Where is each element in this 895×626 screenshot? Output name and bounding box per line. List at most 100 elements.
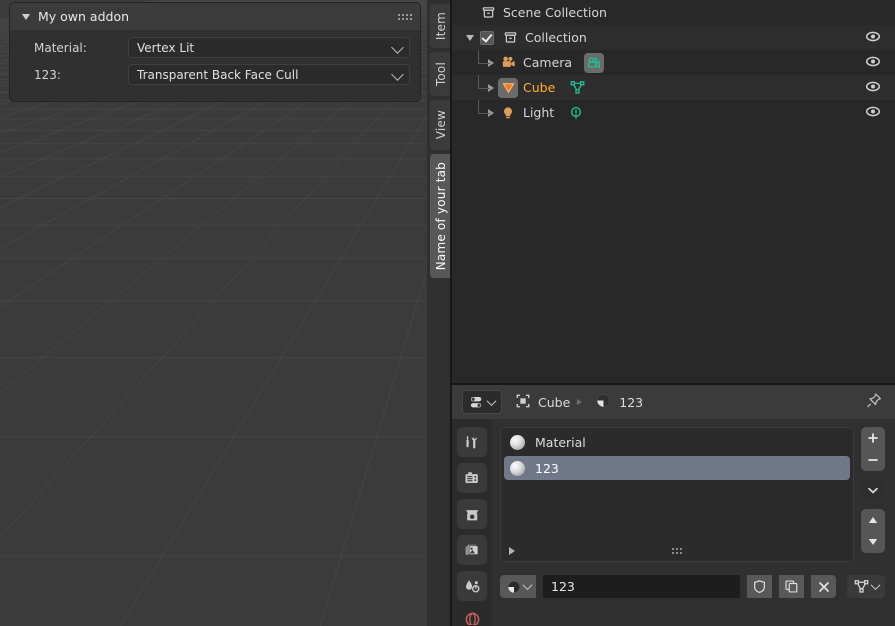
outliner-row-light[interactable]: Light xyxy=(452,100,895,125)
breadcrumb-object-label[interactable]: Cube xyxy=(538,395,570,410)
fake-user-button[interactable] xyxy=(747,575,772,598)
remove-slot-button[interactable] xyxy=(861,449,885,471)
material-slot-list[interactable]: Material 123 xyxy=(500,427,854,562)
blend-mode-dropdown[interactable]: Transparent Back Face Cull xyxy=(128,64,410,85)
grip-dots-icon[interactable] xyxy=(672,548,682,554)
editor-separator-horizontal[interactable] xyxy=(452,383,895,385)
blender-window: My own addon Material: Vertex Lit 123: T… xyxy=(0,0,895,626)
outliner-editor[interactable]: Scene Collection Collection Camera Cube … xyxy=(452,0,895,383)
outliner-row-camera[interactable]: Camera xyxy=(452,50,895,75)
breadcrumb-material-label[interactable]: 123 xyxy=(619,395,643,410)
sidebar-tab-custom-label: Name of your tab xyxy=(434,161,448,271)
add-slot-button[interactable] xyxy=(861,427,885,449)
outliner-row-label: Collection xyxy=(525,30,587,45)
move-slot-up-button[interactable] xyxy=(861,509,885,531)
chevron-down-icon xyxy=(391,67,404,81)
eye-icon[interactable] xyxy=(865,78,881,97)
panel-title: My own addon xyxy=(38,9,130,24)
material-slot-label: Material xyxy=(535,434,586,450)
sidebar-tab-tool-label: Tool xyxy=(434,61,448,87)
sidebar-tab-view[interactable]: View xyxy=(430,100,452,150)
move-slot-down-button[interactable] xyxy=(861,531,885,553)
panel-header[interactable]: My own addon xyxy=(10,3,420,30)
sidebar-tab-view-label: View xyxy=(434,110,448,140)
property-row-123: 123: Transparent Back Face Cull xyxy=(20,64,410,85)
outliner-row-label: Camera xyxy=(523,55,573,70)
slot-specials-button[interactable] xyxy=(861,479,885,501)
properties-editor-icon[interactable] xyxy=(462,390,502,414)
filter-expand-icon[interactable] xyxy=(509,547,515,555)
grip-dots-icon[interactable] xyxy=(398,13,412,20)
outliner-row-scene-collection[interactable]: Scene Collection xyxy=(452,0,895,25)
mesh-object-icon xyxy=(498,77,518,98)
material-name-value: 123 xyxy=(551,579,575,594)
light-data-icon[interactable] xyxy=(566,103,586,123)
collection-icon xyxy=(500,28,520,48)
eye-icon[interactable] xyxy=(865,53,881,72)
3d-viewport[interactable]: My own addon Material: Vertex Lit 123: T… xyxy=(0,0,427,626)
properties-editor[interactable]: Cube 123 Material 123 123 xyxy=(452,385,895,626)
light-object-icon xyxy=(498,103,518,123)
material-dropdown-value: Vertex Lit xyxy=(137,40,195,55)
triangle-down-icon xyxy=(22,13,30,20)
material-icon xyxy=(595,392,612,412)
properties-panel-material: Material 123 123 xyxy=(492,419,895,626)
sidebar-tab-strip: Item Tool View Name of your tab xyxy=(427,0,452,626)
chevron-down-icon xyxy=(522,580,532,591)
properties-tab-view-layer[interactable] xyxy=(457,535,487,565)
collection-checkbox[interactable] xyxy=(480,30,494,45)
material-name-input[interactable]: 123 xyxy=(543,575,740,598)
material-browse-button[interactable] xyxy=(500,575,536,598)
chevron-down-icon xyxy=(391,40,404,54)
properties-tab-world[interactable] xyxy=(457,607,487,625)
blend-mode-dropdown-value: Transparent Back Face Cull xyxy=(137,67,299,82)
material-slot-item[interactable]: Material xyxy=(504,430,850,454)
material-label: Material: xyxy=(34,40,87,55)
camera-object-icon xyxy=(498,53,518,73)
outliner-row-label: Light xyxy=(523,105,555,120)
outliner-row-label: Cube xyxy=(523,80,556,95)
sidebar-tab-item-label: Item xyxy=(434,11,448,41)
material-slot-label: 123 xyxy=(535,460,559,476)
pin-icon[interactable] xyxy=(865,392,883,413)
chevron-down-icon xyxy=(870,580,881,591)
chevron-down-icon xyxy=(486,395,497,406)
field-123-label: 123: xyxy=(34,67,61,82)
object-icon xyxy=(515,393,531,412)
material-slot-area: Material 123 xyxy=(500,427,885,562)
material-dropdown[interactable]: Vertex Lit xyxy=(128,37,410,58)
outliner-row-label: Scene Collection xyxy=(503,5,607,20)
outliner-row-cube[interactable]: Cube xyxy=(452,75,895,100)
properties-tab-render[interactable] xyxy=(457,463,487,493)
properties-tab-column xyxy=(452,419,492,626)
material-name-row: 123 xyxy=(500,575,885,598)
mesh-data-icon[interactable] xyxy=(567,78,587,98)
material-slot-footer xyxy=(501,541,853,561)
unlink-material-button[interactable] xyxy=(811,575,836,598)
mesh-data-dropdown[interactable] xyxy=(847,575,885,598)
sidebar-tab-custom[interactable]: Name of your tab xyxy=(430,154,452,278)
eye-icon[interactable] xyxy=(865,103,881,122)
camera-data-icon[interactable] xyxy=(584,52,605,73)
sidebar-panel-my-own-addon: My own addon Material: Vertex Lit 123: T… xyxy=(10,3,420,101)
material-ball-icon xyxy=(510,460,525,476)
properties-tab-scene[interactable] xyxy=(457,571,487,601)
material-ball-icon xyxy=(510,434,525,450)
collection-icon xyxy=(478,3,498,23)
sidebar-tab-tool[interactable]: Tool xyxy=(430,52,452,96)
material-slot-item[interactable]: 123 xyxy=(504,456,850,480)
triangle-down-icon[interactable] xyxy=(466,34,474,41)
properties-header: Cube 123 xyxy=(452,385,895,419)
breadcrumb: Cube 123 xyxy=(515,392,643,412)
material-slot-buttons xyxy=(861,427,885,562)
properties-tab-tool[interactable] xyxy=(457,427,487,457)
duplicate-material-button[interactable] xyxy=(779,575,804,598)
breadcrumb-separator-icon xyxy=(577,399,583,405)
panel-body: Material: Vertex Lit 123: Transparent Ba… xyxy=(10,30,420,101)
outliner-row-collection[interactable]: Collection xyxy=(452,25,895,50)
properties-tab-output[interactable] xyxy=(457,499,487,529)
property-row-material: Material: Vertex Lit xyxy=(20,37,410,58)
sidebar-tab-item[interactable]: Item xyxy=(430,4,452,48)
eye-icon[interactable] xyxy=(865,28,881,47)
editor-separator-vertical[interactable] xyxy=(450,0,452,626)
